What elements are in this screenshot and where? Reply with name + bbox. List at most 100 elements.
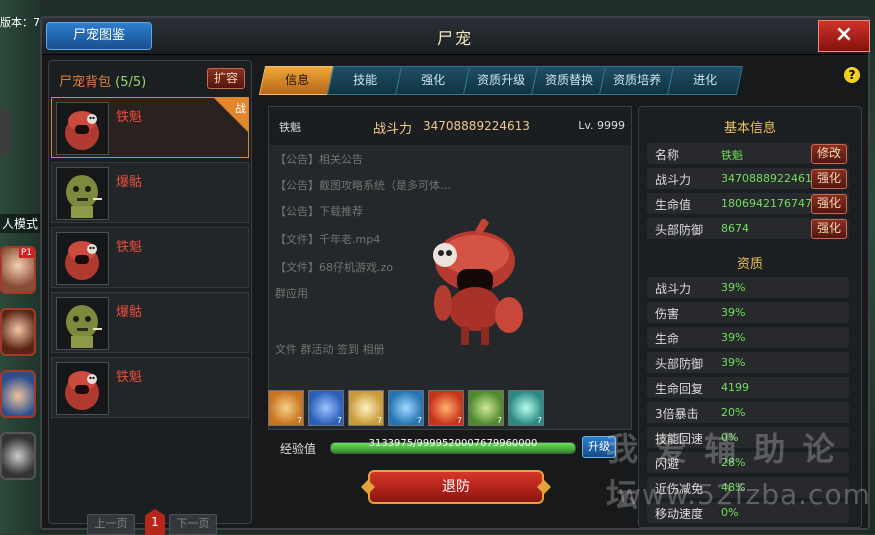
player-avatar-1[interactable]: P1 <box>0 246 36 294</box>
tab-quality-upgrade[interactable]: 资质升级 <box>462 66 540 95</box>
quality-key: 战斗力 <box>655 282 692 296</box>
skill-level: 7 <box>456 416 462 425</box>
info-key: 生命值 <box>655 198 692 212</box>
quality-value: 20% <box>721 406 746 419</box>
red-imp-icon <box>65 371 99 410</box>
background-text-line: 【文件】千年老.mp4 <box>275 233 381 246</box>
cloud-skill-icon[interactable]: 7 <box>388 390 424 426</box>
quality-value: 39% <box>721 281 746 294</box>
p1-badge: P1 <box>18 248 34 258</box>
quality-key: 3倍暴击 <box>655 407 699 421</box>
skill-level: 7 <box>496 416 502 425</box>
pet-name: 爆骷 <box>116 305 143 320</box>
tab-evolve[interactable]: 进化 <box>666 66 744 95</box>
window-title: 尸宠 <box>436 29 473 48</box>
fire-crescent-skill-icon[interactable]: 7 <box>428 390 464 426</box>
side-collapse-handle[interactable] <box>0 108 10 156</box>
power-value: 34708889224613 <box>423 119 530 133</box>
tab-label: 资质培养 <box>613 73 662 87</box>
quality-row: 3倍暴击 20% <box>647 402 849 423</box>
info-key: 战斗力 <box>655 173 692 187</box>
basic-info-title: 基本信息 <box>723 121 776 136</box>
title-bar: 尸宠图鉴 尸宠 × <box>42 18 870 55</box>
version-text: 版本：7. <box>0 16 44 29</box>
watermark-url: www.52fzba.com <box>618 478 871 511</box>
red-imp-model-icon <box>433 219 523 345</box>
quality-value: 4199 <box>721 381 749 394</box>
info-row-power: 战斗力 34708889224613 强化 <box>647 168 849 189</box>
pet-list-item[interactable]: 铁魁 <box>51 227 249 288</box>
background-text-line: 【公告】下载推荐 <box>275 205 363 218</box>
tab-quality-replace[interactable]: 资质替换 <box>530 66 608 95</box>
pet-list-item[interactable]: 铁魁 <box>51 357 249 418</box>
tab-label: 资质替换 <box>545 73 594 87</box>
retreat-button[interactable]: 退防 <box>368 470 544 504</box>
info-row-name: 名称 铁魁 修改 <box>647 143 849 164</box>
tab-label: 进化 <box>693 73 718 87</box>
muscle-skill-icon[interactable]: 7 <box>468 390 504 426</box>
info-key: 名称 <box>655 148 680 162</box>
tab-info[interactable]: 信息 <box>258 66 336 95</box>
tab-enhance[interactable]: 强化 <box>394 66 472 95</box>
pet-list-item[interactable]: 爆骷 <box>51 292 249 353</box>
close-button[interactable]: × <box>818 20 870 52</box>
info-value: 铁魁 <box>721 149 743 162</box>
quality-value: 39% <box>721 356 746 369</box>
prev-page-button[interactable]: 上一页 <box>87 514 135 535</box>
battle-tag: 战 <box>214 98 248 132</box>
tab-skills[interactable]: 技能 <box>326 66 404 95</box>
expand-button[interactable]: 扩容 <box>207 68 245 89</box>
tab-label: 强化 <box>421 73 446 87</box>
info-key: 头部防御 <box>655 223 704 237</box>
bag-title-text: 尸宠背包 <box>59 75 112 90</box>
exp-text: 3133975/9999520007679960000 <box>368 438 538 449</box>
spirit-skill-icon[interactable]: 7 <box>508 390 544 426</box>
player-avatar-4[interactable] <box>0 432 36 480</box>
skill-level: 7 <box>296 416 302 425</box>
bag-title: 尸宠背包 (5/5) <box>59 71 146 90</box>
help-icon[interactable]: ? <box>844 67 860 83</box>
pet-list-item[interactable]: 铁魁 战 <box>51 97 249 158</box>
player-avatar-3[interactable] <box>0 370 36 418</box>
mode-text: 人模式 <box>0 214 40 233</box>
quality-row: 伤害 39% <box>647 302 849 323</box>
red-imp-icon <box>65 111 99 150</box>
tab-label: 技能 <box>353 73 378 87</box>
info-value: 8674 <box>721 222 749 235</box>
pet-list-item[interactable]: 爆骷 <box>51 162 249 223</box>
pet-level: Lv. 9999 <box>578 119 625 132</box>
info-row-hp: 生命值 18069421767471 强化 <box>647 193 849 214</box>
next-page-button[interactable]: 下一页 <box>169 514 217 535</box>
pet-name: 铁魁 <box>116 370 143 385</box>
quality-key: 伤害 <box>655 307 680 321</box>
page-number: 1 <box>145 509 165 535</box>
wing-skill-icon[interactable]: 7 <box>348 390 384 426</box>
pet-avatar <box>56 167 109 220</box>
info-value: 34708889224613 <box>721 172 819 185</box>
battle-tag-label: 战 <box>235 102 246 115</box>
pet-avatar <box>56 297 109 350</box>
tab-quality-train[interactable]: 资质培养 <box>598 66 676 95</box>
red-imp-icon <box>65 241 99 280</box>
enhance-power-button[interactable]: 强化 <box>811 169 847 189</box>
skill-level: 7 <box>536 416 542 425</box>
enhance-defense-button[interactable]: 强化 <box>811 219 847 239</box>
slash-skill-icon[interactable]: 7 <box>268 390 304 426</box>
quality-row: 头部防御 39% <box>647 352 849 373</box>
star-shield-skill-icon[interactable]: 7 <box>308 390 344 426</box>
player-avatar-2[interactable] <box>0 308 36 356</box>
pet-avatar <box>56 102 109 155</box>
pet-bag-panel: 尸宠背包 (5/5) 扩容 铁魁 战 爆骷 铁魁 爆骷 铁魁 上一页 1 下一页 <box>48 60 252 535</box>
pet-display-panel: 铁魁 战斗力 34708889224613 Lv. 9999 【公告】相关公告 … <box>268 106 632 430</box>
pet-header: 铁魁 战斗力 34708889224613 Lv. 9999 <box>269 107 631 145</box>
skill-level: 7 <box>336 416 342 425</box>
exp-label: 经验值 <box>280 442 317 456</box>
pet-name: 铁魁 <box>116 240 143 255</box>
pet-name: 爆骷 <box>116 175 143 190</box>
quality-value: 39% <box>721 306 746 319</box>
quality-key: 生命 <box>655 332 680 346</box>
enhance-hp-button[interactable]: 强化 <box>811 194 847 214</box>
green-zombie-icon <box>66 305 102 348</box>
rename-button[interactable]: 修改 <box>811 144 847 164</box>
pet-name: 铁魁 <box>116 110 143 125</box>
